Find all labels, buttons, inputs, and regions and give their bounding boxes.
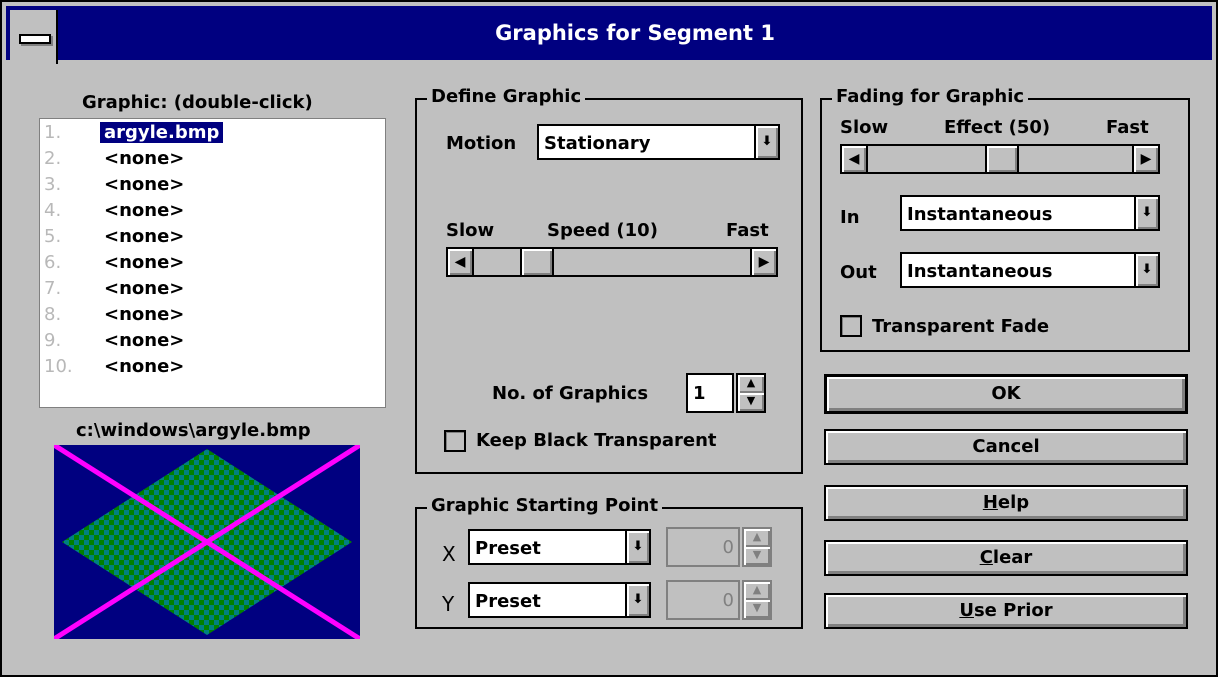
spin-up-icon[interactable]: ▲ [744,529,770,547]
transparent-fade-label: Transparent Fade [872,316,1050,337]
list-item[interactable]: 3. <none> [40,174,385,200]
keep-black-transparent-label: Keep Black Transparent [476,430,717,451]
dialog-window: Graphics for Segment 1 Graphic: (double-… [0,0,1218,677]
spin-up-icon[interactable]: ▲ [744,582,770,600]
y-value-input[interactable]: 0 [666,580,740,620]
list-item[interactable]: 1. argyle.bmp [40,122,385,148]
x-value-input[interactable]: 0 [666,527,740,567]
effect-thumb[interactable] [985,146,1019,172]
effect-fast-label: Fast [1106,117,1149,138]
num-graphics-label: No. of Graphics [492,383,649,404]
help-button[interactable]: Help [824,485,1188,521]
speed-scrollbar[interactable]: ◀ ▶ [446,247,778,277]
scroll-right-icon[interactable]: ▶ [750,249,776,275]
x-label: X [442,542,456,566]
list-item[interactable]: 6. <none> [40,252,385,278]
effect-label: Effect (50) [944,117,1051,138]
x-value-spinner[interactable]: ▲ ▼ [742,527,772,567]
speed-slow-label: Slow [446,220,495,241]
graphic-list-label: Graphic: (double-click) [82,92,313,113]
speed-fast-label: Fast [726,220,769,241]
system-menu-icon [19,34,51,44]
cancel-button[interactable]: Cancel [824,429,1188,465]
ok-button[interactable]: OK [824,374,1188,414]
dropdown-arrow-icon[interactable]: ⬇ [1134,197,1158,229]
y-value-spinner[interactable]: ▲ ▼ [742,580,772,620]
spin-up-icon[interactable]: ▲ [738,375,764,393]
y-label: Y [442,592,455,616]
motion-select[interactable]: Stationary ⬇ [537,124,780,160]
dropdown-arrow-icon[interactable]: ⬇ [1134,254,1158,286]
y-mode-select[interactable]: Preset ⬇ [468,582,651,618]
spin-down-icon[interactable]: ▼ [744,600,770,618]
dropdown-arrow-icon[interactable]: ⬇ [625,531,649,563]
list-item[interactable]: 4. <none> [40,200,385,226]
window-title: Graphics for Segment 1 [495,21,775,45]
fade-out-label: Out [840,262,877,283]
keep-black-transparent-checkbox[interactable] [444,430,466,452]
list-item[interactable]: 8. <none> [40,304,385,330]
fade-in-select[interactable]: Instantaneous ⬇ [900,195,1160,231]
scroll-left-icon[interactable]: ◀ [842,146,868,172]
list-item[interactable]: 5. <none> [40,226,385,252]
transparent-fade-checkbox[interactable] [840,315,862,337]
list-item[interactable]: 2. <none> [40,148,385,174]
scroll-left-icon[interactable]: ◀ [448,249,474,275]
num-graphics-spinner[interactable]: ▲ ▼ [736,373,766,413]
speed-thumb[interactable] [520,249,554,275]
fade-in-label: In [840,207,860,228]
system-menu-button[interactable] [10,10,58,64]
speed-label: Speed (10) [547,220,658,241]
effect-slow-label: Slow [840,117,889,138]
list-item[interactable]: 9. <none> [40,330,385,356]
group-title: Define Graphic [427,86,586,107]
effect-scrollbar[interactable]: ◀ ▶ [840,144,1160,174]
use-prior-button[interactable]: Use Prior [824,593,1188,629]
group-title: Fading for Graphic [832,86,1029,107]
spin-down-icon[interactable]: ▼ [738,393,764,411]
list-item[interactable]: 7. <none> [40,278,385,304]
title-bar[interactable]: Graphics for Segment 1 [6,6,1212,64]
clear-button[interactable]: Clear [824,540,1188,576]
list-item[interactable]: 10. <none> [40,356,385,382]
graphic-listbox[interactable]: 1. argyle.bmp 2. <none> 3. <none> 4. <none> … [39,118,386,408]
fade-out-select[interactable]: Instantaneous ⬇ [900,252,1160,288]
group-title: Graphic Starting Point [427,495,663,516]
num-graphics-input[interactable]: 1 [686,373,734,413]
dropdown-arrow-icon[interactable]: ⬇ [754,126,778,158]
spin-down-icon[interactable]: ▼ [744,547,770,565]
scroll-right-icon[interactable]: ▶ [1132,146,1158,172]
graphic-preview-image [54,445,360,639]
dropdown-arrow-icon[interactable]: ⬇ [625,584,649,616]
preview-path: c:\windows\argyle.bmp [76,420,311,441]
motion-label: Motion [446,133,517,154]
x-mode-select[interactable]: Preset ⬇ [468,529,651,565]
